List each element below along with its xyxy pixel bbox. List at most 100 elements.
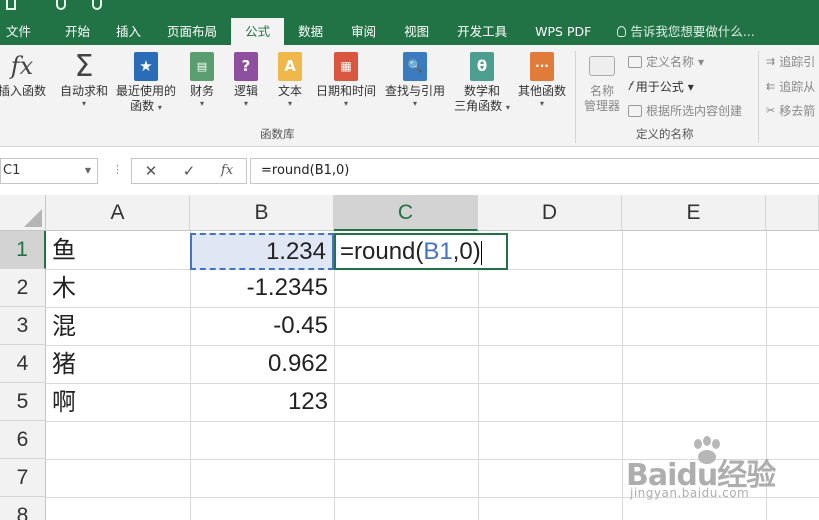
column-header-d[interactable]: D (478, 195, 622, 231)
text-button[interactable]: A 文本 ▾ (274, 51, 306, 109)
autosum-label: 自动求和 (59, 84, 108, 98)
column-header-a[interactable]: A (46, 195, 190, 231)
autosum-button[interactable]: Σ 自动求和 ▾ (58, 49, 110, 109)
row-header-6[interactable]: 6 (0, 421, 46, 459)
row-header-2[interactable]: 2 (0, 269, 46, 307)
name-manager-button[interactable]: 名称 管理器 (580, 51, 624, 114)
use-in-formula-label: 用于公式 (635, 80, 684, 94)
gridline (622, 231, 623, 520)
chevron-down-icon: ▾ (343, 99, 348, 108)
tab-wps-pdf[interactable]: WPS PDF (521, 18, 605, 45)
datetime-button[interactable]: ▦ 日期和时间 ▾ (313, 51, 379, 109)
column-header-b[interactable]: B (190, 195, 334, 231)
cell-b2[interactable]: -1.2345 (190, 269, 334, 307)
tab-file[interactable]: 文件 (0, 18, 37, 45)
tab-insert[interactable]: 插入 (104, 18, 153, 45)
group-separator (758, 51, 759, 143)
column-header-e[interactable]: E (622, 195, 766, 231)
formula-input[interactable]: =round(B1,0) (250, 158, 819, 184)
tab-formulas[interactable]: 公式 (231, 18, 285, 45)
cancel-button[interactable]: ✕ (134, 158, 168, 184)
name-manager-icon (589, 56, 615, 76)
create-from-selection-label: 根据所选内容创建 (646, 104, 743, 118)
undo-icon[interactable] (56, 0, 66, 10)
ribbon-tabs: 文件 开始 插入 页面布局 公式 数据 审阅 视图 开发工具 WPS PDF 告… (0, 18, 819, 45)
row-header-5[interactable]: 5 (0, 383, 46, 421)
column-header-f[interactable] (766, 195, 819, 231)
formula-prefix: =round( (340, 238, 424, 265)
recently-used-label-1: 最近使用的 (115, 84, 176, 98)
create-from-selection-button[interactable]: 根据所选内容创建 (628, 102, 742, 119)
tell-me-search[interactable]: 告诉我您想要做什么... (605, 18, 766, 45)
name-box[interactable]: C1 ▼ (0, 158, 98, 184)
use-in-formula-button[interactable]: 𝑓 用于公式 ▾ (628, 78, 694, 95)
trace-precedents-button[interactable]: ⇉ 追踪引 (766, 53, 815, 70)
tab-view[interactable]: 视图 (390, 18, 443, 45)
tab-data[interactable]: 数据 (284, 18, 337, 45)
formula-reference: B1 (423, 238, 453, 265)
baidu-watermark: Baidu经验 jingyan.baidu.com (626, 436, 796, 508)
more-functions-button[interactable]: ··· 其他函数 ▾ (514, 51, 570, 109)
cell-b4[interactable]: 0.962 (190, 345, 334, 383)
insert-function-fx-button[interactable]: fx (210, 158, 244, 184)
tab-developer[interactable]: 开发工具 (443, 18, 521, 45)
redo-icon[interactable] (92, 0, 102, 10)
tab-review[interactable]: 审阅 (337, 18, 390, 45)
cell-b3[interactable]: -0.45 (190, 307, 334, 345)
chevron-down-icon: ▾ (199, 99, 204, 108)
chevron-down-icon: ▾ (687, 79, 694, 94)
row-header-1[interactable]: 1 (0, 231, 46, 269)
cell-a5[interactable]: 啊 (46, 383, 190, 421)
cell-b5[interactable]: 123 (190, 383, 334, 421)
column-header-c[interactable]: C (334, 195, 478, 231)
grid-icon (628, 104, 642, 117)
row-header-4[interactable]: 4 (0, 345, 46, 383)
trace-dependents-button[interactable]: ⇇ 追踪从 (766, 78, 815, 95)
cell-a2[interactable]: 木 (46, 269, 190, 307)
chevron-down-icon: ▾ (505, 103, 510, 112)
row-header-7[interactable]: 7 (0, 459, 46, 497)
define-name-button[interactable]: 定义名称 ▾ (628, 53, 704, 70)
ribbon-body: fx 插入函数 Σ 自动求和 ▾ ★ 最近使用的 函数 ▾ ▤ 财务 ▾ ? 逻… (0, 45, 819, 147)
cell-c1-editor[interactable]: =round(B1,0) (334, 233, 508, 270)
chevron-down-icon[interactable]: ▼ (85, 159, 91, 183)
text-label: 文本 (277, 84, 302, 98)
tab-home[interactable]: 开始 (37, 18, 104, 45)
fx-small-icon: 𝑓 (628, 79, 632, 93)
math-label-2: 三角函数 (454, 99, 503, 113)
more-options-icon: ⋮ (112, 163, 123, 176)
insert-function-button[interactable]: fx 插入函数 (0, 51, 48, 99)
row-header-3[interactable]: 3 (0, 307, 46, 345)
lookup-book-icon: 🔍 (403, 51, 427, 81)
define-name-label: 定义名称 (646, 55, 695, 69)
tag-icon (628, 55, 642, 68)
enter-button[interactable]: ✓ (172, 158, 206, 184)
financial-button[interactable]: ▤ 财务 ▾ (186, 51, 218, 109)
name-manager-label-2: 管理器 (583, 99, 620, 113)
question-book-icon: ? (234, 51, 258, 81)
cell-a1[interactable]: 鱼 (46, 231, 190, 269)
save-icon[interactable] (6, 0, 16, 10)
trace-dependents-icon: ⇇ (766, 80, 776, 93)
remove-arrows-button[interactable]: ✂ 移去箭 (766, 102, 815, 119)
cell-a4[interactable]: 猪 (46, 345, 190, 383)
logical-button[interactable]: ? 逻辑 ▾ (230, 51, 262, 109)
cell-b1-reference-highlight[interactable]: 1.234 (190, 233, 334, 270)
chevron-down-icon: ▾ (81, 99, 86, 108)
tab-page-layout[interactable]: 页面布局 (153, 18, 231, 45)
lookup-button[interactable]: 🔍 查找与引用 ▾ (383, 51, 447, 109)
watermark-url: jingyan.baidu.com (630, 486, 750, 500)
math-trig-button[interactable]: θ 数学和 三角函数 ▾ (450, 51, 514, 114)
remove-arrows-icon: ✂ (766, 104, 776, 117)
text-book-icon: A (278, 51, 302, 81)
row-header-8[interactable]: 8 (0, 497, 46, 520)
cell-a3[interactable]: 混 (46, 307, 190, 345)
name-box-value: C1 (3, 163, 21, 178)
text-caret (480, 240, 482, 265)
financial-label: 财务 (189, 84, 214, 98)
chevron-down-icon: ▾ (539, 99, 544, 108)
select-all-button[interactable] (0, 195, 46, 231)
more-book-icon: ··· (530, 51, 554, 81)
recently-used-button[interactable]: ★ 最近使用的 函数 ▾ (114, 51, 178, 114)
trace-dependents-label: 追踪从 (779, 80, 816, 94)
